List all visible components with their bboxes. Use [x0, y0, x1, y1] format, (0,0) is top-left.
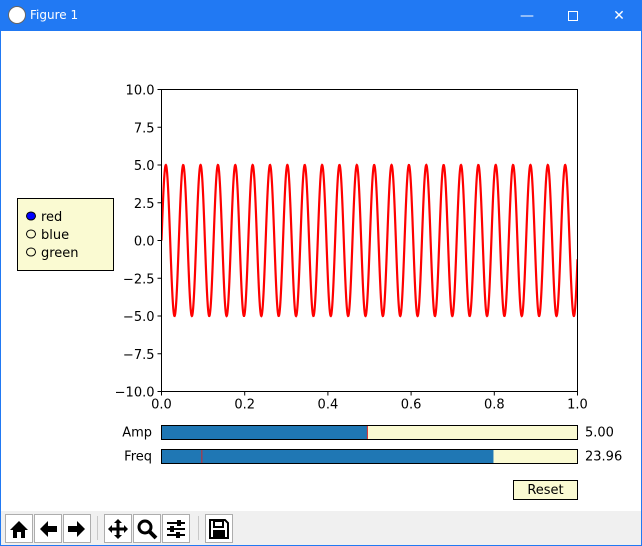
radio-label: green — [41, 246, 79, 261]
slider-label: Freq — [124, 450, 152, 465]
slider-amp[interactable]: Amp 5.00 — [122, 425, 614, 441]
y-tick-label: 5.0 — [134, 159, 155, 174]
x-tick-label: 0.8 — [484, 398, 505, 413]
figure-canvas[interactable]: 0.0 0.2 0.4 0.6 0.8 1.010.07.55.02.50.0−2.5−5… — [0, 31, 642, 511]
y-tick-label: −2.5 — [123, 272, 155, 287]
y-tick-label: −5.0 — [123, 310, 155, 325]
y-tick-label: −10.0 — [115, 386, 155, 401]
sliders: Amp 5.00 Freq 23.96 — [122, 425, 622, 465]
maximize-icon — [568, 10, 578, 21]
forward-icon — [68, 520, 85, 537]
navigation-toolbar — [1, 511, 641, 545]
window-title: Figure 1 — [30, 8, 79, 22]
color-radio-buttons: red blue green — [17, 198, 114, 271]
main-axes: 0.0 0.2 0.4 0.6 0.8 1.010.07.55.02.50.0−2.5−5… — [115, 84, 588, 413]
x-tick-label: 0.2 — [234, 398, 255, 413]
maximize-button[interactable] — [550, 0, 596, 31]
reset-label: Reset — [527, 483, 563, 498]
save-button[interactable] — [205, 514, 233, 543]
close-button[interactable]: ✕ — [596, 0, 642, 31]
save-icon — [209, 518, 229, 539]
reset-button[interactable]: Reset — [513, 480, 578, 500]
configure-subplots-button[interactable] — [162, 514, 190, 543]
close-icon: ✕ — [613, 7, 625, 24]
back-button[interactable] — [34, 514, 62, 543]
toolbar-separator — [97, 516, 98, 540]
toolbar-separator — [198, 516, 199, 540]
radio-circle[interactable] — [26, 211, 36, 221]
pan-button[interactable] — [104, 514, 132, 543]
minimize-button[interactable]: — — [504, 0, 550, 31]
title-bar: Figure 1 — ✕ — [0, 0, 642, 31]
slider-fill[interactable] — [161, 425, 368, 440]
pan-icon — [108, 518, 128, 539]
slider-label: Amp — [122, 426, 152, 441]
slider-value: 5.00 — [585, 426, 614, 441]
x-tick-label: 0.4 — [318, 398, 339, 413]
x-tick-label: 0.6 — [401, 398, 422, 413]
forward-button[interactable] — [63, 514, 91, 543]
zoom-icon — [137, 519, 158, 539]
y-tick-label: 7.5 — [134, 121, 155, 136]
home-icon — [10, 520, 28, 538]
x-tick-label: 1.0 — [567, 398, 588, 413]
minimize-icon: — — [520, 7, 534, 24]
slider-value: 23.96 — [585, 450, 622, 465]
back-icon — [40, 520, 57, 537]
slider-fill[interactable] — [161, 449, 494, 464]
y-tick-label: 10.0 — [126, 84, 155, 99]
zoom-button[interactable] — [133, 514, 161, 543]
y-tick-label: 0.0 — [134, 235, 155, 250]
radio-label: blue — [41, 228, 69, 243]
y-tick-label: −7.5 — [123, 348, 155, 363]
matplotlib-app-icon — [8, 6, 26, 24]
configure-icon — [167, 519, 185, 538]
slider-freq[interactable]: Freq 23.96 — [124, 449, 622, 465]
home-button[interactable] — [5, 514, 33, 543]
radio-label: red — [41, 210, 62, 225]
y-tick-label: 2.5 — [134, 197, 155, 212]
sine-line — [161, 163, 578, 318]
